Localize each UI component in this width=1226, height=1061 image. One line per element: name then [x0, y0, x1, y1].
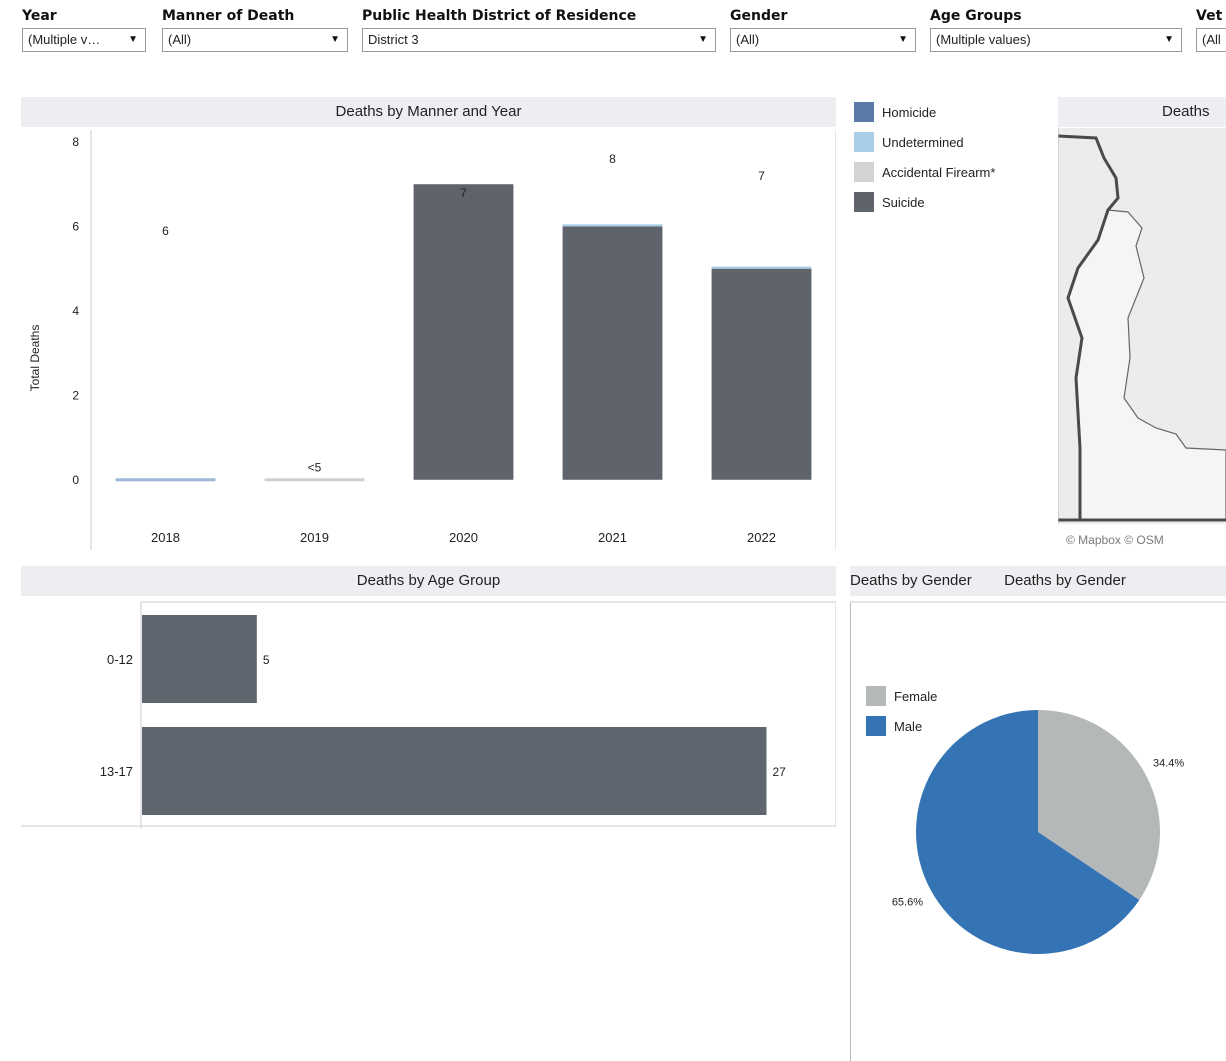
x-tick-label: 2021 [598, 530, 627, 545]
y-tick-label: 8 [72, 135, 79, 149]
select-value: (All) [168, 32, 192, 47]
manner-year-title: Deaths by Manner and Year [21, 97, 836, 127]
y-tick-label: 4 [72, 304, 79, 318]
manner-year-chart: Total Deaths 8 6 4 2 0 6 <5 7 8 7 2018 2019 2020 20… [28, 130, 836, 550]
age-group-chart: 0-12 5 13-17 27 [21, 601, 836, 829]
gender-title: Deaths by Gender [850, 566, 1226, 596]
select-value: (Multiple values) [936, 32, 1031, 47]
x-tick-label: 2022 [747, 530, 776, 545]
legend-item-undetermined[interactable]: Undetermined [854, 127, 995, 157]
pie-percent-label: 34.4% [1153, 757, 1184, 769]
bar-segment[interactable] [413, 184, 514, 480]
legend-swatch [854, 102, 874, 122]
y-axis-label: Total Deaths [28, 325, 42, 392]
legend-swatch [854, 192, 874, 212]
legend-label: Undetermined [882, 134, 964, 150]
filter-manner: Manner of Death (All) ▼ [162, 6, 348, 52]
x-tick-label: 2018 [151, 530, 180, 545]
bar-total-label: <5 [308, 460, 322, 474]
x-tick-label: 2020 [449, 530, 478, 545]
legend-label: Accidental Firearm* [882, 164, 996, 180]
bar-segment[interactable] [115, 478, 216, 482]
dropdown-arrow-icon: ▼ [698, 34, 708, 45]
bar-value-label: 27 [773, 765, 787, 779]
age-groups-select[interactable]: (Multiple values) ▼ [930, 28, 1182, 52]
district-map[interactable] [1058, 128, 1226, 552]
bar-total-label: 8 [609, 152, 616, 166]
y-tick-label: 2 [72, 388, 79, 402]
dropdown-arrow-icon: ▼ [128, 34, 138, 45]
map-title: Deaths [1058, 97, 1226, 127]
legend-label: Suicide [882, 194, 925, 210]
year-select[interactable]: (Multiple v… ▼ [22, 28, 146, 52]
legend-swatch [854, 162, 874, 182]
gender-pie-chart: 34.4% 65.6% [850, 601, 1226, 1061]
category-label: 0-12 [107, 652, 133, 667]
dropdown-arrow-icon: ▼ [1164, 34, 1174, 45]
y-tick-label: 0 [72, 473, 79, 487]
bar-total-label: 7 [758, 169, 765, 183]
map-title-text: Deaths [1162, 103, 1210, 120]
filter-label: Year [22, 8, 57, 24]
select-value: (All) [736, 32, 760, 47]
dropdown-arrow-icon: ▼ [330, 34, 340, 45]
age-bar[interactable] [142, 615, 257, 703]
gender-select[interactable]: (All) ▼ [730, 28, 916, 52]
manner-select[interactable]: (All) ▼ [162, 28, 348, 52]
y-tick-label: 6 [72, 219, 79, 233]
select-value: (All [1202, 32, 1221, 47]
select-value: (Multiple v… [28, 32, 101, 47]
bar-segment[interactable] [562, 224, 663, 227]
bar-value-label: 5 [263, 653, 270, 667]
age-bar[interactable] [142, 727, 767, 815]
dropdown-arrow-icon: ▼ [898, 34, 908, 45]
select-value: District 3 [368, 32, 419, 47]
filter-label: Age Groups [930, 8, 1022, 24]
age-group-title: Deaths by Age Group [21, 566, 836, 596]
category-label: 13-17 [100, 764, 133, 779]
legend-label: Homicide [882, 104, 937, 120]
filter-label: Gender [730, 8, 788, 24]
filter-year: Year (Multiple v… ▼ [22, 6, 146, 52]
manner-legend: Homicide Undetermined Accidental Firearm… [854, 97, 995, 217]
x-tick-label: 2019 [300, 530, 329, 545]
bar-segment[interactable] [562, 226, 663, 480]
filter-label: Vet [1196, 8, 1223, 24]
pie-percent-label: 65.6% [892, 897, 923, 909]
bar-segment[interactable] [711, 268, 812, 480]
filter-label: Public Health District of Residence [362, 8, 637, 24]
veteran-select[interactable]: (All [1196, 28, 1226, 52]
filter-age-groups: Age Groups (Multiple values) ▼ [930, 6, 1182, 52]
bar-segment[interactable] [711, 266, 812, 269]
district-select[interactable]: District 3 ▼ [362, 28, 716, 52]
bar-segment[interactable] [264, 478, 365, 482]
filter-veteran: Vet (All [1196, 6, 1226, 52]
bar-total-label: 6 [162, 224, 169, 238]
legend-item-accidental-firearm[interactable]: Accidental Firearm* [854, 157, 995, 187]
legend-swatch [854, 132, 874, 152]
bar-total-label: 7 [460, 186, 467, 200]
filter-district: Public Health District of Residence Dist… [362, 6, 716, 52]
filter-label: Manner of Death [162, 8, 295, 24]
map-credit: © Mapbox © OSM [1066, 533, 1164, 547]
legend-item-homicide[interactable]: Homicide [854, 97, 995, 127]
filter-gender: Gender (All) ▼ [730, 6, 916, 52]
legend-item-suicide[interactable]: Suicide [854, 187, 995, 217]
